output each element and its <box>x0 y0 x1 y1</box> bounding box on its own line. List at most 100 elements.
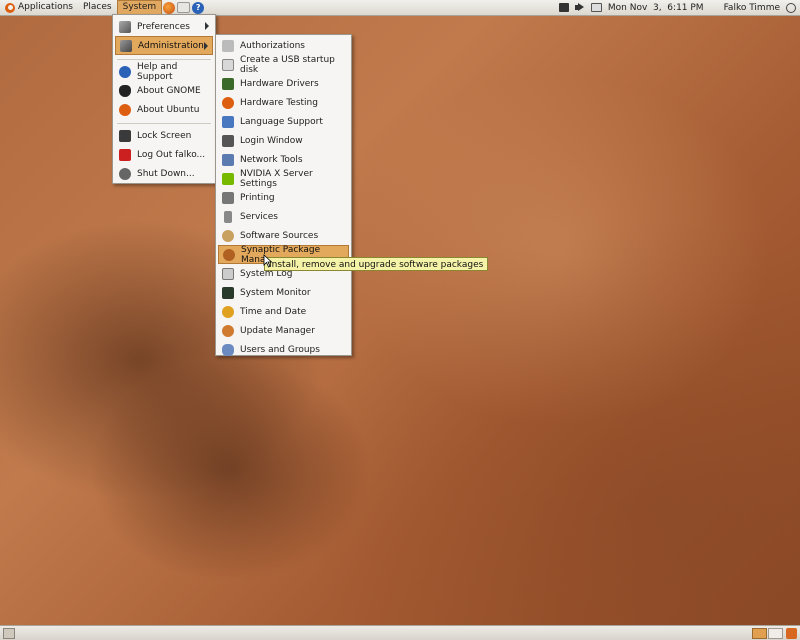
hardware-testing-icon <box>222 96 234 109</box>
nvidia-icon <box>222 172 234 185</box>
menu-item-preferences[interactable]: Preferences <box>115 17 213 36</box>
user-name[interactable]: Falko Timme <box>724 3 780 13</box>
trash-icon[interactable] <box>786 628 797 639</box>
services-icon <box>224 210 232 223</box>
firefox-icon[interactable] <box>163 1 176 14</box>
menu-item-label: Administration <box>138 40 204 51</box>
preferences-icon <box>119 20 131 33</box>
places-menu-label: Places <box>82 2 112 12</box>
authorizations-icon <box>222 39 234 52</box>
menu-item-label: Network Tools <box>240 154 303 165</box>
login-window-icon <box>222 134 234 147</box>
software-sources-icon <box>222 229 234 242</box>
system-dropdown-menu: Preferences Administration Help and Supp… <box>112 14 216 184</box>
admin-item-update-manager[interactable]: Update Manager <box>218 321 349 340</box>
system-monitor-icon <box>222 286 234 299</box>
language-flag-icon <box>222 115 234 128</box>
submenu-arrow-icon <box>204 42 208 50</box>
applications-menu-label: Applications <box>18 2 73 12</box>
menu-item-label: Shut Down... <box>137 168 195 179</box>
help-icon <box>119 65 131 78</box>
menu-item-label: Preferences <box>137 21 190 32</box>
menu-item-label: Printing <box>240 192 275 203</box>
admin-item-printing[interactable]: Printing <box>218 188 349 207</box>
menu-item-label: Login Window <box>240 135 303 146</box>
power-icon[interactable] <box>786 2 796 13</box>
ubuntu-icon <box>119 103 131 116</box>
menu-item-label: Users and Groups <box>240 344 320 355</box>
menu-item-lock-screen[interactable]: Lock Screen <box>115 126 213 145</box>
menu-item-about-gnome[interactable]: About GNOME <box>115 81 213 100</box>
system-log-icon <box>222 267 234 280</box>
mouse-cursor-icon <box>263 254 273 268</box>
admin-item-network-tools[interactable]: Network Tools <box>218 150 349 169</box>
gnome-foot-icon <box>119 84 131 97</box>
network-tools-icon <box>222 153 234 166</box>
bottom-panel <box>0 625 800 640</box>
admin-item-hardware-drivers[interactable]: Hardware Drivers <box>218 74 349 93</box>
admin-item-hardware-testing[interactable]: Hardware Testing <box>218 93 349 112</box>
system-menu[interactable]: System <box>116 0 163 15</box>
admin-item-software-sources[interactable]: Software Sources <box>218 226 349 245</box>
system-menu-label: System <box>122 2 157 12</box>
update-manager-icon <box>222 324 234 337</box>
admin-item-users-and-groups[interactable]: Users and Groups <box>218 340 349 359</box>
menu-item-label: Create a USB startup disk <box>240 54 335 75</box>
menu-item-label: Language Support <box>240 116 323 127</box>
tooltip: Install, remove and upgrade software pac… <box>264 257 489 271</box>
lock-screen-icon <box>119 129 131 142</box>
menu-item-shut-down[interactable]: Shut Down... <box>115 164 213 183</box>
clock-icon <box>222 305 234 318</box>
show-desktop-icon[interactable] <box>3 628 15 639</box>
menu-item-about-ubuntu[interactable]: About Ubuntu <box>115 100 213 119</box>
menu-item-label: Log Out falko... <box>137 149 206 160</box>
usb-disk-icon <box>222 58 234 71</box>
users-groups-icon <box>222 343 234 356</box>
menu-separator <box>117 123 211 124</box>
network-icon[interactable] <box>558 3 569 12</box>
menu-item-label: About Ubuntu <box>137 104 200 115</box>
menu-item-label: Authorizations <box>240 40 305 51</box>
menu-item-administration[interactable]: Administration <box>115 36 213 55</box>
applications-menu[interactable]: Applications <box>0 0 78 15</box>
menu-item-label: About GNOME <box>137 85 201 96</box>
menu-item-label: Hardware Testing <box>240 97 318 108</box>
volume-icon[interactable] <box>574 3 585 12</box>
menu-item-label: Help and Support <box>137 61 178 82</box>
printer-icon <box>222 191 234 204</box>
admin-item-usb-startup-disk[interactable]: Create a USB startup disk <box>218 54 349 75</box>
shutdown-icon <box>119 167 131 180</box>
submenu-arrow-icon <box>205 22 209 30</box>
workspace-1[interactable] <box>752 628 767 639</box>
admin-item-login-window[interactable]: Login Window <box>218 131 349 150</box>
help-launcher-icon[interactable]: ? <box>192 1 205 14</box>
menu-item-log-out[interactable]: Log Out falko... <box>115 145 213 164</box>
mail-icon[interactable] <box>177 2 191 13</box>
workspace-2[interactable] <box>768 628 783 639</box>
admin-item-nvidia-settings[interactable]: NVIDIA X Server Settings <box>218 168 349 189</box>
synaptic-icon <box>223 248 235 261</box>
mail-notification-icon[interactable] <box>590 3 602 12</box>
menu-item-label: System Monitor <box>240 287 311 298</box>
menu-item-label: Services <box>240 211 278 222</box>
admin-item-time-and-date[interactable]: Time and Date <box>218 302 349 321</box>
clock[interactable]: Mon Nov 3, 6:11 PM <box>608 3 704 13</box>
menu-item-label: NVIDIA X Server Settings <box>240 168 313 189</box>
menu-item-label: Lock Screen <box>137 130 192 141</box>
menu-item-label: Software Sources <box>240 230 319 241</box>
admin-item-authorizations[interactable]: Authorizations <box>218 36 349 55</box>
log-out-icon <box>119 148 131 161</box>
menu-separator <box>117 59 211 60</box>
hardware-drivers-icon <box>222 77 234 90</box>
admin-item-system-monitor[interactable]: System Monitor <box>218 283 349 302</box>
administration-submenu: Authorizations Create a USB startup disk… <box>215 34 352 356</box>
menu-item-label: Time and Date <box>240 306 307 317</box>
administration-icon <box>120 39 132 52</box>
admin-item-language-support[interactable]: Language Support <box>218 112 349 131</box>
menu-item-label: Update Manager <box>240 325 315 336</box>
menu-item-help-and-support[interactable]: Help and Support <box>115 61 213 82</box>
menu-item-label: Hardware Drivers <box>240 78 319 89</box>
ubuntu-logo-icon <box>5 2 15 13</box>
places-menu[interactable]: Places <box>78 0 117 15</box>
admin-item-services[interactable]: Services <box>218 207 349 226</box>
